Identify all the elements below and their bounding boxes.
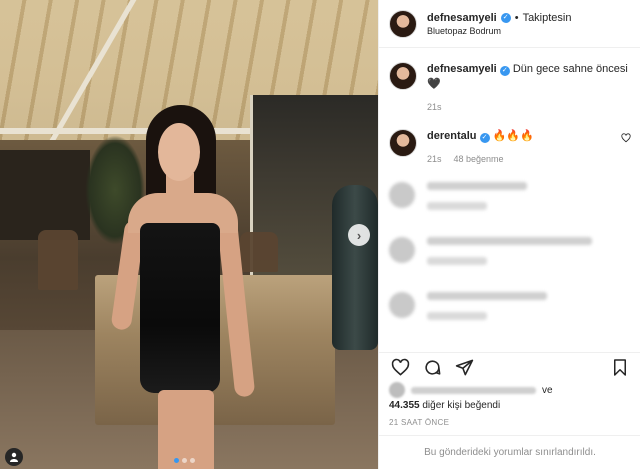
chair (38, 230, 78, 290)
comment-username[interactable]: derentalu (427, 130, 477, 142)
location-link[interactable]: Bluetopaz Bodrum (427, 26, 571, 36)
caption: defnesamyeli ✓ Dün gece sahne öncesi🖤 21… (389, 62, 631, 115)
verified-icon: ✓ (500, 12, 511, 23)
blurred-comment (389, 292, 631, 332)
comment-text: 🔥🔥🔥 (492, 130, 534, 142)
likes-text[interactable]: diğer kişi beğendi (422, 400, 500, 411)
blurred-username (411, 386, 536, 394)
action-bar (379, 352, 640, 382)
avatar[interactable] (389, 9, 417, 38)
person-icon[interactable] (5, 448, 23, 466)
header-username[interactable]: defnesamyeli (427, 12, 497, 24)
caption-username[interactable]: defnesamyeli (427, 63, 497, 75)
heart-icon[interactable] (621, 133, 631, 167)
avatar (389, 237, 415, 263)
follow-status[interactable]: Takiptesin (523, 12, 572, 24)
blurred-comment (389, 237, 631, 277)
vase (332, 185, 378, 350)
background-wall (0, 150, 90, 240)
avatar[interactable] (389, 62, 417, 90)
comment-age: 21s (427, 154, 442, 164)
avatar (389, 382, 405, 398)
carousel-dot (182, 458, 187, 463)
avatar (389, 292, 415, 318)
post-photo[interactable]: › (0, 0, 378, 469)
comment-likes[interactable]: 48 beğenme (454, 152, 504, 167)
verified-icon: ✓ (499, 66, 510, 76)
post-timestamp[interactable]: 21 SAAT ÖNCE (389, 418, 449, 427)
post-side-panel: defnesamyeli ✓ • Takiptesin Bluetopaz Bo… (378, 0, 640, 469)
verified-icon: ✓ (479, 133, 490, 143)
separator-dot: • (514, 11, 519, 24)
blurred-comment (389, 182, 631, 222)
carousel-dot (174, 458, 179, 463)
caption-age: 21s (427, 102, 442, 112)
list-item: derentalu ✓ 🔥🔥🔥 21s 48 beğenme (389, 129, 631, 167)
comments-list[interactable]: defnesamyeli ✓ Dün gece sahne öncesi🖤 21… (379, 48, 640, 350)
restricted-notice: Bu gönderideki yorumlar sınırlandırıldı. (379, 435, 640, 469)
avatar (389, 182, 415, 208)
post-header: defnesamyeli ✓ • Takiptesin Bluetopaz Bo… (379, 0, 640, 48)
likes-count[interactable]: 44.355 (389, 400, 420, 411)
next-arrow-button[interactable]: › (348, 224, 370, 246)
send-icon[interactable] (453, 357, 475, 379)
heart-icon[interactable] (389, 357, 411, 379)
comment-icon[interactable] (421, 357, 443, 379)
likes-connector: ve (542, 384, 553, 396)
carousel-dot (190, 458, 195, 463)
likes-summary: ve 44.355 diğer kişi beğendi (389, 382, 634, 411)
bookmark-icon[interactable] (609, 357, 631, 379)
person-figure (110, 105, 256, 469)
avatar[interactable] (389, 129, 417, 157)
carousel-dots (174, 458, 195, 463)
